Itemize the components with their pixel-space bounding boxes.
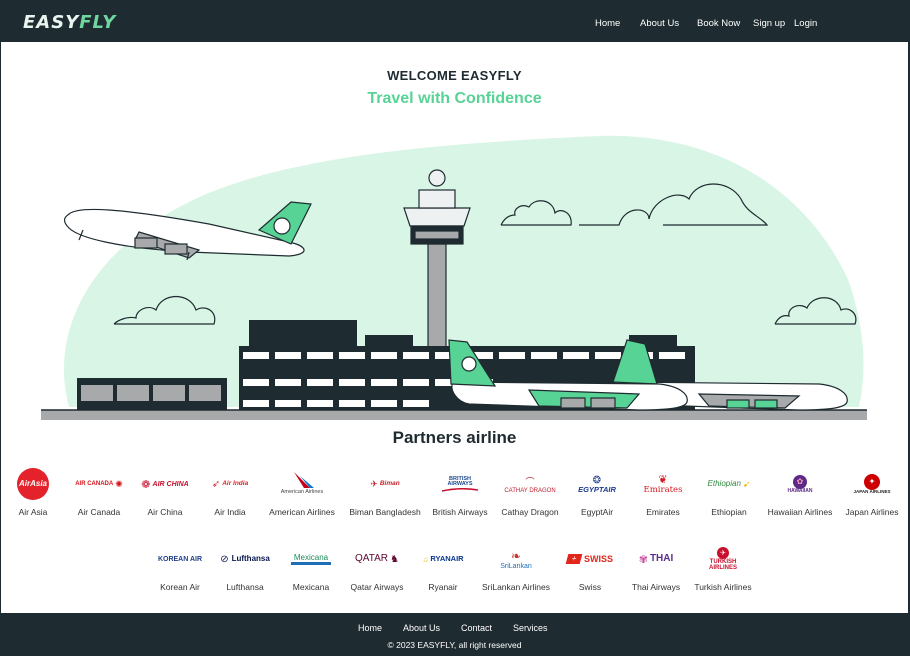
logo-text: QATAR [355, 553, 388, 564]
logo-text: KOREAN AIR [157, 555, 203, 563]
orchid-icon: ✾ [638, 553, 648, 566]
footer-home-link[interactable]: Home [358, 623, 382, 633]
logo-text: Air India [222, 479, 249, 487]
copyright-text: © 2023 EASYFLY, all right reserved [387, 640, 522, 650]
airline-biman-bangladesh[interactable]: ✈ Biman Biman Bangladesh [342, 467, 428, 518]
logo-text: HAWAIIAN [787, 487, 813, 494]
airline-japan-airlines[interactable]: ✦ JAPAN AIRLINES Japan Airlines [829, 467, 908, 517]
nav-item-book: Book Now [697, 4, 740, 42]
airline-american-airlines[interactable]: American Airlines American Airlines [259, 467, 345, 517]
runway [41, 410, 867, 420]
nav-item-about: About Us [640, 4, 679, 42]
nav-about-link[interactable]: About Us [640, 18, 679, 29]
brand-logo[interactable]: EASYFLY [23, 12, 116, 33]
swan-icon: ➶ [211, 478, 221, 490]
page-frame: EASYFLY Home About Us Book Now Sign up L… [1, 4, 908, 654]
swiss-flag-icon: + [565, 554, 583, 564]
logo-text: TURKISH AIRLINES [708, 559, 737, 571]
footer-about-link[interactable]: About Us [403, 623, 440, 633]
brushwing-icon: ⌒ [525, 476, 535, 487]
tagline: Travel with Confidence [367, 90, 542, 107]
phoenix-icon: ❁ [141, 478, 151, 491]
airline-logo: ✦ JAPAN AIRLINES [829, 467, 908, 501]
footer-contact-link[interactable]: Contact [461, 623, 492, 633]
logo-text: AirAsia [18, 479, 47, 488]
welcome-heading: WELCOME EASYFLY [387, 68, 522, 83]
nav-signup-link[interactable]: Sign up [753, 18, 785, 29]
logo-text: THAI [649, 553, 674, 564]
airport-illustration [41, 135, 867, 420]
top-navbar: EASYFLY Home About Us Book Now Sign up L… [1, 4, 908, 42]
peacock-icon: ❧ [510, 548, 522, 563]
nav-book-link[interactable]: Book Now [697, 18, 740, 29]
logo-text: Ethiopian [707, 479, 741, 488]
nav-item-login: Login [794, 4, 817, 42]
logo-part-easy: EASY [23, 12, 80, 33]
airline-name: American Airlines [269, 507, 335, 517]
site-footer: Home About Us Contact Services © 2023 EA… [1, 613, 908, 654]
stripe-icon [291, 561, 331, 565]
airline-turkish-airlines[interactable]: ✈ TURKISH AIRLINES Turkish Airlines [680, 542, 766, 592]
partners-heading: Partners airline [392, 428, 517, 447]
airline-name: Biman Bangladesh [349, 507, 421, 517]
logo-text: RYANAIR [430, 554, 464, 564]
logo-text: BRITISH AIRWAYS [447, 475, 473, 487]
logo-text: AIR CANADA [75, 481, 114, 487]
crane-icon: ⊘ [220, 553, 229, 565]
footer-services-link[interactable]: Services [513, 623, 548, 633]
nav-login-link[interactable]: Login [794, 18, 817, 29]
logo-text: Emirates [643, 485, 683, 496]
harp-icon: ♫ [422, 554, 429, 564]
lion-icon: ➹ [742, 478, 751, 489]
logo-text: Mexicana [293, 552, 329, 562]
logo-text: Lufthansa [231, 554, 270, 563]
logo-text: SWISS [583, 553, 613, 564]
airline-name: Japan Airlines [845, 507, 899, 517]
logo-text: SriLankan [500, 562, 532, 570]
speedmarque-icon [442, 487, 478, 492]
logo-part-fly: FLY [79, 12, 117, 33]
oryx-icon: ♞ [390, 553, 399, 565]
nav-home-link[interactable]: Home [595, 18, 620, 29]
logo-text: American Airlines [280, 489, 324, 496]
airline-logo: American Airlines [259, 467, 345, 501]
logo-text: Biman [379, 479, 400, 487]
nav-item-signup: Sign up [753, 4, 785, 42]
bird-icon: ✈ [717, 547, 729, 559]
logo-text: AIR CHINA [152, 480, 189, 488]
eagle-icon [294, 472, 314, 489]
logo-text: JAPAN AIRLINES [853, 488, 891, 494]
airline-logo: ✈ Biman [342, 467, 428, 501]
pualani-icon: ✿ [793, 474, 807, 489]
logo-text: CATHAY DRAGON [504, 487, 556, 494]
tsurumaru-icon: ✦ [864, 473, 880, 490]
stork-icon: ✈ [370, 478, 378, 489]
airline-name: Turkish Airlines [694, 582, 752, 592]
logo-text: EGYPTAIR [578, 484, 616, 494]
airline-logo: ✈ TURKISH AIRLINES [680, 542, 766, 576]
nav-item-home: Home [595, 4, 620, 42]
